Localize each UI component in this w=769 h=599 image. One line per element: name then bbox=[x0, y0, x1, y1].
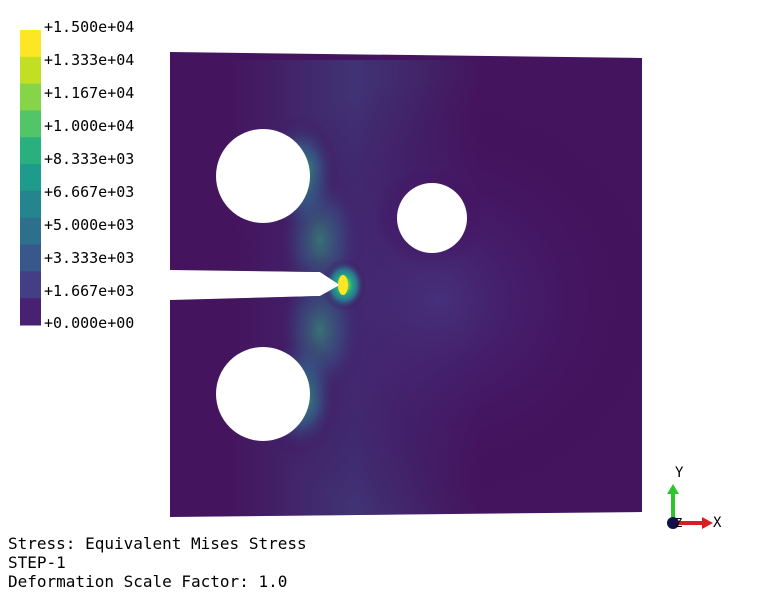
legend-color-swatch bbox=[20, 137, 41, 165]
legend-label: +3.333e+03 bbox=[44, 249, 135, 267]
legend-color-swatch bbox=[20, 271, 41, 299]
legend-label: +1.333e+04 bbox=[44, 51, 135, 69]
triad-y-label: Y bbox=[675, 465, 684, 481]
legend-color-swatch bbox=[20, 164, 41, 192]
legend-label: +1.167e+04 bbox=[44, 84, 135, 102]
legend-color-swatch bbox=[20, 217, 41, 246]
legend-color-swatch bbox=[20, 110, 41, 138]
hole-lower-left bbox=[216, 347, 310, 441]
legend-label-max: +1.500e+04 bbox=[44, 18, 135, 36]
triad-x-label: X bbox=[713, 515, 722, 531]
legend-label: +6.667e+03 bbox=[44, 183, 135, 201]
orientation-triad bbox=[667, 484, 713, 529]
y-axis-arrowhead bbox=[667, 484, 679, 494]
legend-color-swatch bbox=[20, 244, 41, 272]
legend-label: +8.333e+03 bbox=[44, 150, 135, 168]
legend-label-min: +0.000e+00 bbox=[44, 314, 135, 332]
hole-right bbox=[397, 183, 467, 253]
legend-color-swatch bbox=[20, 190, 41, 219]
legend-label: +1.667e+03 bbox=[44, 282, 135, 300]
legend-color-bar bbox=[20, 30, 41, 326]
step-label: STEP-1 bbox=[8, 553, 66, 572]
legend-color-swatch bbox=[20, 298, 41, 326]
legend-label: +5.000e+03 bbox=[44, 216, 135, 234]
x-axis-arrowhead bbox=[702, 517, 713, 529]
legend-color-swatch bbox=[20, 56, 41, 85]
legend-color-swatch bbox=[20, 30, 41, 58]
result-variable-label: Stress: Equivalent Mises Stress bbox=[8, 534, 307, 553]
deformation-scale-label: Deformation Scale Factor: 1.0 bbox=[8, 572, 288, 591]
hole-upper-left bbox=[216, 129, 310, 223]
legend-color-swatch bbox=[20, 83, 41, 111]
triad-z-label: Z bbox=[675, 516, 683, 530]
legend-label: +1.000e+04 bbox=[44, 117, 135, 135]
